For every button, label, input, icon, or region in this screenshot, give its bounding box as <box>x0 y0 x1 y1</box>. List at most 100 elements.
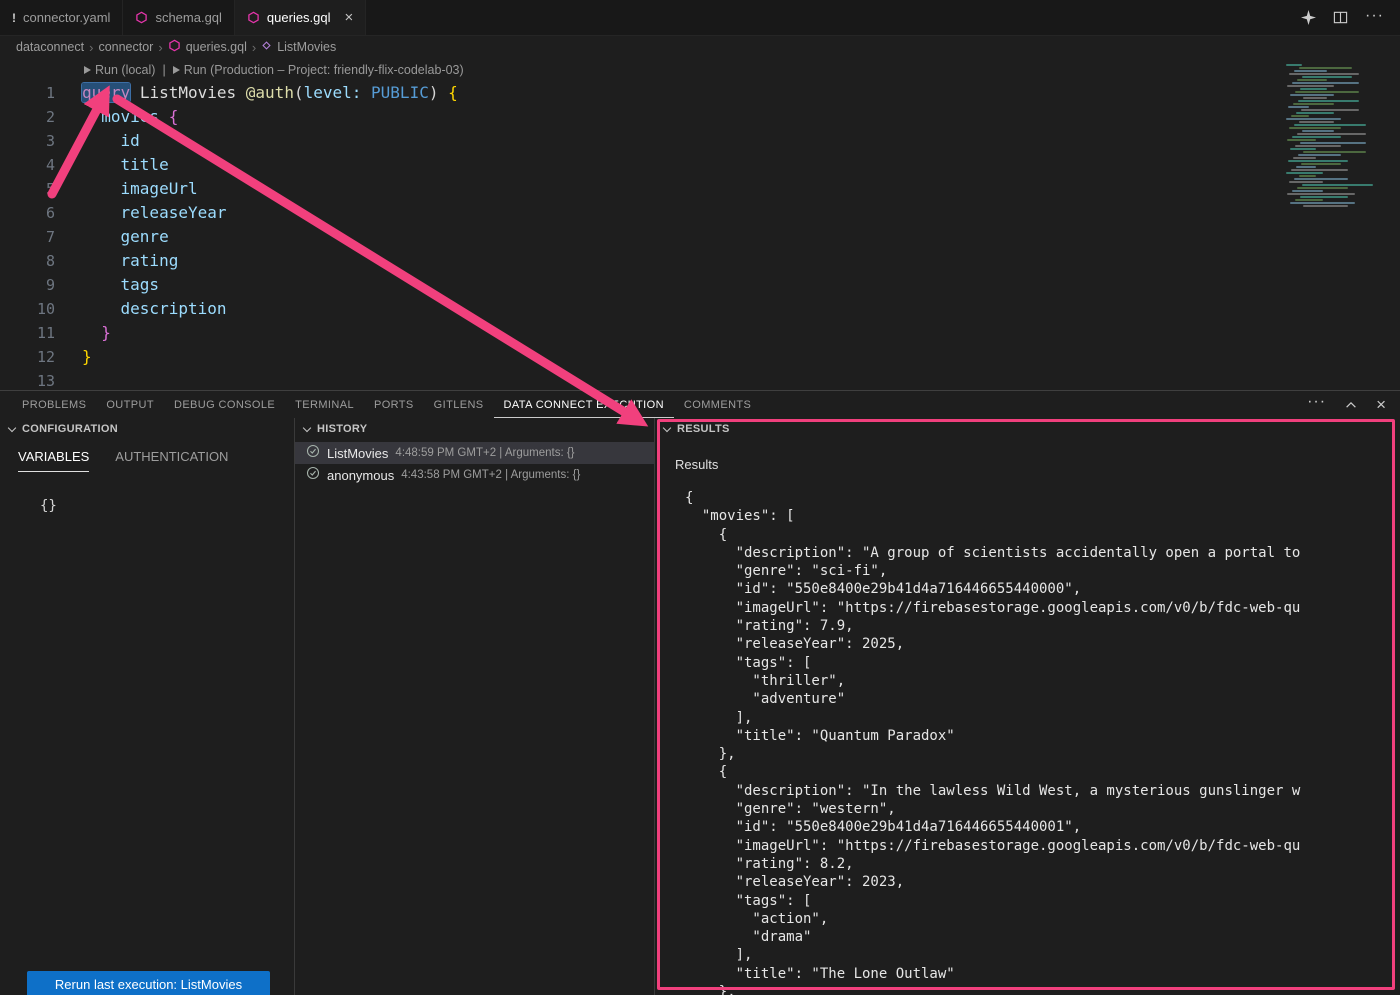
chevron-down-icon <box>8 423 16 431</box>
minimap-line <box>1302 184 1373 186</box>
history-item-name: ListMovies <box>327 446 388 461</box>
minimap-line <box>1300 88 1327 90</box>
results-section: RESULTS Results { "movies": [ { "descrip… <box>655 418 1400 995</box>
tab-label: schema.gql <box>155 10 221 25</box>
code-text: id <box>82 129 140 153</box>
split-editor-icon[interactable] <box>1333 10 1348 25</box>
breadcrumb-item-queries-gql[interactable]: queries.gql <box>168 39 247 55</box>
minimap-line <box>1302 76 1352 78</box>
run-local-label: Run (local) <box>95 63 155 77</box>
minimap-line <box>1298 100 1359 102</box>
line-number: 2 <box>0 105 55 129</box>
minimap-line <box>1286 118 1341 120</box>
panel-tab-gitlens[interactable]: GITLENS <box>424 391 494 418</box>
code-lines: 1query ListMovies @auth(level: PUBLIC) {… <box>0 81 1400 391</box>
panel-tab-comments[interactable]: COMMENTS <box>674 391 761 418</box>
line-number: 7 <box>0 225 55 249</box>
history-header[interactable]: HISTORY <box>295 418 654 440</box>
code-line[interactable]: 7 genre <box>0 225 1400 249</box>
code-line[interactable]: 9 tags <box>0 273 1400 297</box>
minimap-line <box>1293 157 1316 159</box>
codelens-separator: | <box>162 63 165 77</box>
breadcrumb-item-listmovies[interactable]: ListMovies <box>261 40 336 54</box>
code-line[interactable]: 5 imageUrl <box>0 177 1400 201</box>
minimap-line <box>1286 172 1323 174</box>
minimap-line <box>1294 70 1327 72</box>
history-title: HISTORY <box>317 423 367 435</box>
tab-label: connector.yaml <box>23 10 110 25</box>
panel-close-icon[interactable]: × <box>1376 395 1386 415</box>
minimap-line <box>1300 196 1348 198</box>
check-circle-icon <box>306 444 320 463</box>
minimap-line <box>1286 64 1302 66</box>
panel-tabs: PROBLEMSOUTPUTDEBUG CONSOLETERMINALPORTS… <box>12 391 761 418</box>
code-line[interactable]: 4 title <box>0 153 1400 177</box>
code-line[interactable]: 13 <box>0 369 1400 391</box>
minimap-line <box>1297 133 1366 135</box>
minimap[interactable] <box>1283 60 1400 296</box>
tab-variables[interactable]: VARIABLES <box>18 449 89 472</box>
minimap-line <box>1303 151 1366 153</box>
panel-tab-problems[interactable]: PROBLEMS <box>12 391 96 418</box>
code-line[interactable]: 12} <box>0 345 1400 369</box>
tab-queries-gql[interactable]: queries.gql × <box>235 0 366 35</box>
breadcrumb-item-dataconnect[interactable]: dataconnect <box>16 40 84 54</box>
run-production-link[interactable]: Run (Production – Project: friendly-flix… <box>173 63 464 77</box>
vscode-window: !connector.yaml schema.gql queries.gql × ··… <box>0 0 1400 995</box>
breadcrumb-label: dataconnect <box>16 40 84 54</box>
code-line[interactable]: 2 movies { <box>0 105 1400 129</box>
rerun-button[interactable]: Rerun last execution: ListMovies <box>27 971 270 995</box>
code-text: query ListMovies @auth(level: PUBLIC) { <box>82 81 458 105</box>
minimap-line <box>1296 166 1316 168</box>
panel-tab-terminal[interactable]: TERMINAL <box>285 391 364 418</box>
minimap-line <box>1292 190 1323 192</box>
tab-connector-yaml[interactable]: !connector.yaml <box>0 0 123 35</box>
code-text: } <box>82 321 111 345</box>
variables-editor[interactable]: {} <box>40 498 294 514</box>
code-text: movies { <box>82 105 178 129</box>
codelens: Run (local) | Run (Production – Project:… <box>0 58 1400 81</box>
tab-close-icon[interactable]: × <box>345 10 354 25</box>
breadcrumb-item-connector[interactable]: connector <box>98 40 153 54</box>
tab-label: queries.gql <box>267 10 331 25</box>
sparkle-icon[interactable] <box>1301 10 1316 25</box>
run-local-link[interactable]: Run (local) <box>84 63 155 77</box>
code-line[interactable]: 11 } <box>0 321 1400 345</box>
history-item[interactable]: anonymous4:43:58 PM GMT+2 | Arguments: {… <box>295 464 654 486</box>
breadcrumb-separator: › <box>252 40 256 55</box>
line-number: 9 <box>0 273 55 297</box>
tab-authentication[interactable]: AUTHENTICATION <box>115 449 228 472</box>
minimap-line <box>1287 85 1334 87</box>
code-editor[interactable]: Run (local) | Run (Production – Project:… <box>0 58 1400 391</box>
chevron-down-icon <box>303 423 311 431</box>
panel-tab-output[interactable]: OUTPUT <box>96 391 164 418</box>
minimap-line <box>1291 169 1348 171</box>
breadcrumb-label: queries.gql <box>186 40 247 54</box>
results-header[interactable]: RESULTS <box>655 418 1400 440</box>
code-line[interactable]: 8 rating <box>0 249 1400 273</box>
play-icon <box>84 66 91 74</box>
code-line[interactable]: 10 description <box>0 297 1400 321</box>
play-icon <box>173 66 180 74</box>
minimap-line <box>1288 106 1309 108</box>
minimap-line <box>1292 82 1359 84</box>
tab-schema-gql[interactable]: schema.gql <box>123 0 234 35</box>
code-line[interactable]: 1query ListMovies @auth(level: PUBLIC) { <box>0 81 1400 105</box>
history-item[interactable]: ListMovies4:48:59 PM GMT+2 | Arguments: … <box>295 442 654 464</box>
code-line[interactable]: 3 id <box>0 129 1400 153</box>
panel-tab-data-connect-execution[interactable]: DATA CONNECT EXECUTION <box>494 391 674 418</box>
panel-maximize-icon[interactable] <box>1344 398 1358 412</box>
graphql-icon <box>168 39 181 55</box>
minimap-line <box>1295 91 1359 93</box>
results-json[interactable]: { "movies": [ { "description": "A group … <box>685 489 1400 995</box>
panel-tab-debug-console[interactable]: DEBUG CONSOLE <box>164 391 285 418</box>
configuration-tabs: VARIABLES AUTHENTICATION <box>0 449 294 472</box>
minimap-line <box>1302 130 1334 132</box>
panel-tab-ports[interactable]: PORTS <box>364 391 424 418</box>
breadcrumb-label: ListMovies <box>277 40 336 54</box>
panel-more-icon[interactable]: ··· <box>1307 393 1326 411</box>
code-text: imageUrl <box>82 177 198 201</box>
minimap-line <box>1289 127 1341 129</box>
code-line[interactable]: 6 releaseYear <box>0 201 1400 225</box>
configuration-header[interactable]: CONFIGURATION <box>0 418 294 440</box>
